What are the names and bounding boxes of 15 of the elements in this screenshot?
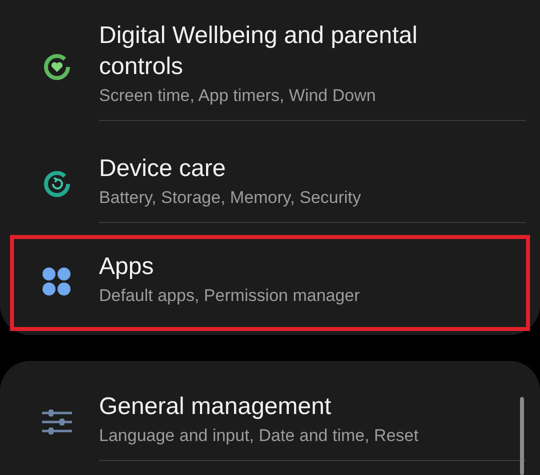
settings-item[interactable]: Apps Default apps, Permission manager — [10, 235, 530, 331]
heart-ring-icon — [42, 52, 70, 80]
apps-grid-icon — [42, 267, 72, 297]
item-subtitle: Battery, Storage, Memory, Security — [99, 187, 362, 209]
item-subtitle: Default apps, Permission manager — [99, 285, 361, 307]
refresh-ring-icon — [42, 169, 70, 199]
item-title: Device care — [99, 154, 227, 184]
item-subtitle: Language and input, Date and time, Reset — [99, 425, 420, 447]
item-title: General management — [99, 392, 332, 422]
item-subtitle: Screen time, App timers, Wind Down — [99, 85, 377, 107]
item-title: Apps — [99, 252, 155, 282]
settings-item[interactable]: Device care Battery, Storage, Memory, Security — [10, 133, 530, 235]
settings-item[interactable]: Digital Wellbeing and parental controls Screen time, App timers, Wind Down — [10, 0, 530, 133]
sliders-icon — [42, 407, 72, 437]
item-title: Digital Wellbeing and parental controls — [99, 21, 418, 82]
